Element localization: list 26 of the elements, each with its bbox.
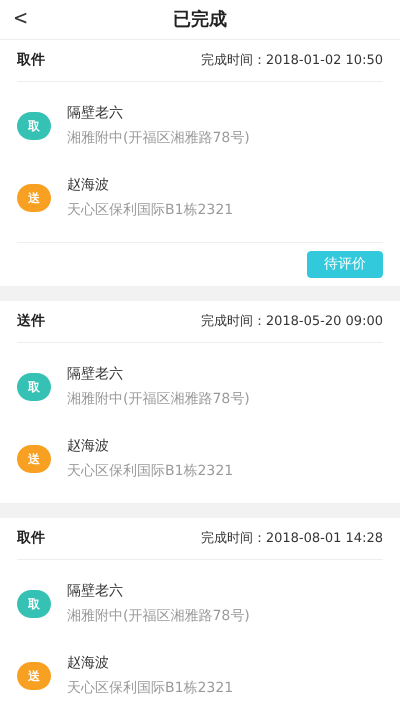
address: 湘雅附中(开福区湘雅路78号): [67, 607, 250, 626]
stop-badge: 取: [17, 590, 51, 618]
contact-name: 赵海波: [67, 176, 110, 195]
back-button[interactable]: <: [14, 4, 28, 34]
contact-name: 隔壁老六: [67, 582, 124, 601]
address: 湘雅附中(开福区湘雅路78号): [67, 129, 250, 148]
completion-time: 完成时间：2018-05-20 09:00: [200, 312, 383, 331]
contact-name: 赵海波: [67, 654, 110, 673]
order-type: 取件: [17, 529, 45, 548]
order-type: 送件: [17, 312, 45, 331]
completion-time: 完成时间：2018-08-01 14:28: [200, 530, 383, 548]
address: 天心区保利国际B1栋2321: [67, 201, 234, 220]
stop-badge: 送: [17, 662, 51, 690]
stop-badge: 送: [17, 184, 51, 212]
contact-name: 赵海波: [67, 437, 110, 456]
stop-badge: 取: [17, 373, 51, 401]
stop-badge: 取: [17, 112, 51, 140]
address: 湘雅附中(开福区湘雅路78号): [67, 390, 250, 409]
order-type: 取件: [17, 51, 45, 70]
completion-time: 完成时间：2018-01-02 10:50: [200, 52, 383, 70]
contact-name: 隔壁老六: [67, 104, 124, 123]
address: 天心区保利国际B1栋2321: [67, 679, 234, 698]
contact-name: 隔壁老六: [67, 365, 124, 384]
stop-badge: 送: [17, 445, 51, 473]
page-title: 已完成: [173, 8, 227, 32]
address: 天心区保利国际B1栋2321: [67, 462, 234, 481]
